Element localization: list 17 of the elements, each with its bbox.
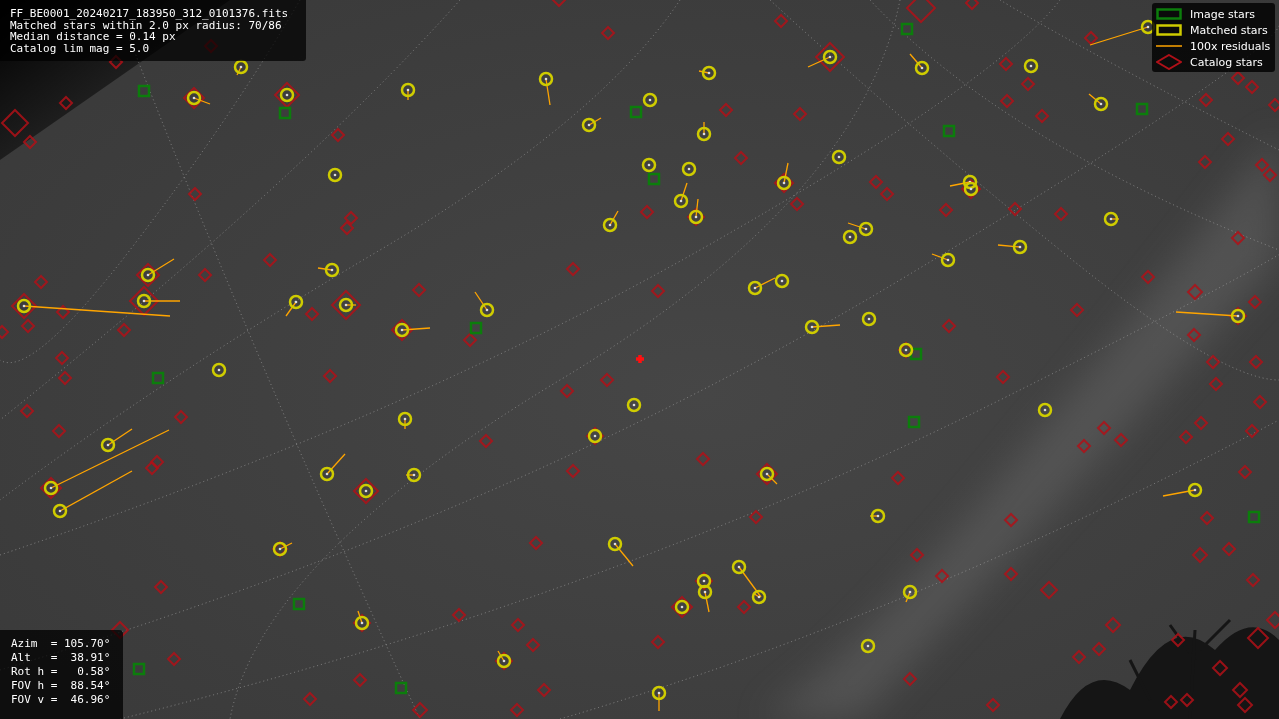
- catalog-star-legend-icon: [1156, 54, 1182, 70]
- info-text: Median distance = 0.14 px: [10, 31, 176, 43]
- legend-label: 100x residuals: [1190, 39, 1271, 53]
- pointing-text: FOV v = 46.96°: [11, 693, 112, 707]
- matched-star-legend-icon: [1156, 24, 1182, 36]
- info-text: Matched stars within 2.0 px radius: 70/86: [10, 19, 282, 32]
- pointing-text: Alt = 38.91°: [11, 651, 112, 665]
- pointing-text: Rot h = 0.58°: [11, 665, 112, 679]
- legend-label: Image stars: [1190, 7, 1255, 21]
- pointing-text: FOV h = 88.54°: [11, 679, 112, 693]
- residual-line-legend-icon: [1156, 45, 1182, 47]
- image-star-legend-icon: [1156, 8, 1182, 20]
- legend-label: Matched stars: [1190, 23, 1268, 37]
- legend-label: Catalog stars: [1190, 55, 1263, 69]
- info-text: Catalog lim mag = 5.0: [10, 42, 151, 55]
- info-text: FF_BE0001_20240217_183950_312_0101376.fits: [10, 8, 290, 20]
- pointing-text: Azim = 105.70°: [11, 637, 112, 651]
